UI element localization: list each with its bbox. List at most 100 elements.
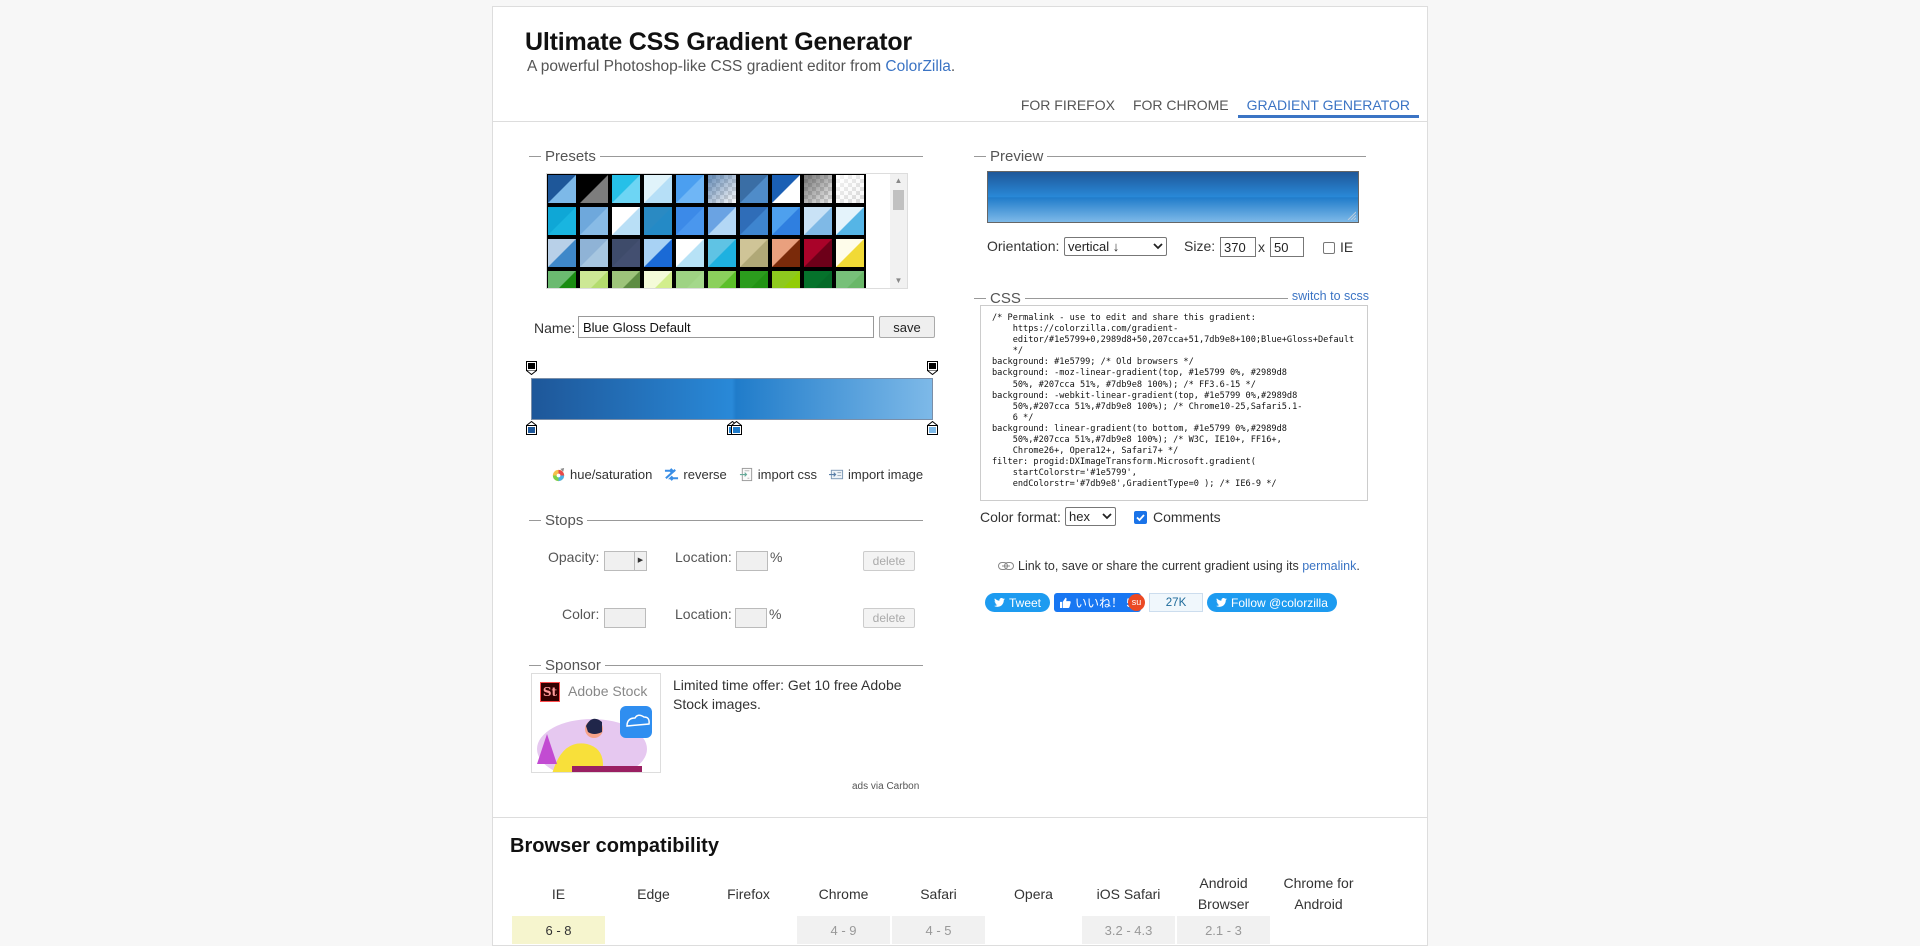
follow-label: Follow @colorzilla <box>1231 595 1328 610</box>
gradient-name-input[interactable] <box>578 316 874 338</box>
color-stop-51[interactable] <box>731 421 742 435</box>
stumbleupon-icon[interactable]: su <box>1128 594 1146 611</box>
preset-swatch[interactable] <box>706 237 738 269</box>
preset-swatch[interactable] <box>610 269 642 288</box>
preset-swatch[interactable] <box>738 269 770 288</box>
preset-swatch[interactable] <box>706 174 738 205</box>
preset-swatch[interactable] <box>802 205 834 237</box>
comments-checkbox[interactable] <box>1134 511 1147 524</box>
nav-tab-firefox[interactable]: FOR FIREFOX <box>1012 97 1124 118</box>
preset-swatch[interactable] <box>770 269 802 288</box>
opacity-stepper[interactable]: ▶ <box>604 551 647 571</box>
resize-handle-icon[interactable] <box>1347 211 1356 220</box>
preset-swatch[interactable] <box>674 205 706 237</box>
preset-swatch[interactable] <box>610 237 642 269</box>
presets-scrollbar[interactable]: ▲ ▼ <box>890 174 907 288</box>
gradient-editor-bar[interactable] <box>531 378 933 420</box>
permalink-link[interactable]: permalink <box>1302 559 1356 573</box>
hue-saturation-button[interactable]: hue/saturation <box>551 467 652 482</box>
opacity-stop-right[interactable] <box>927 361 938 375</box>
top-nav: FOR FIREFOX FOR CHROME GRADIENT GENERATO… <box>1012 97 1419 118</box>
preset-swatch[interactable] <box>738 205 770 237</box>
switch-to-scss-link[interactable]: switch to scss <box>1287 289 1373 303</box>
opacity-stepper-arrow-icon[interactable]: ▶ <box>634 552 646 570</box>
ie-checkbox[interactable] <box>1323 242 1335 254</box>
scroll-up-icon[interactable]: ▲ <box>890 174 907 188</box>
sponsor-text[interactable]: Limited time offer: Get 10 free Adobe St… <box>673 676 923 714</box>
opacity-location-input[interactable] <box>736 551 768 571</box>
color-stop-100[interactable] <box>927 421 938 435</box>
preset-swatch[interactable] <box>834 269 866 288</box>
preset-swatch[interactable] <box>547 237 578 269</box>
preview-height-input[interactable] <box>1270 237 1304 257</box>
preset-swatch[interactable] <box>770 205 802 237</box>
opacity-stop-left[interactable] <box>526 361 537 375</box>
follow-button[interactable]: Follow @colorzilla <box>1207 593 1337 612</box>
color-location-input[interactable] <box>735 608 767 628</box>
preset-swatch[interactable] <box>642 174 674 205</box>
preset-swatch[interactable] <box>610 205 642 237</box>
nav-tab-gradient-generator[interactable]: GRADIENT GENERATOR <box>1237 97 1419 118</box>
color-format-value: hex <box>1069 509 1090 524</box>
color-stop-0[interactable] <box>526 421 537 435</box>
preset-swatch[interactable] <box>802 237 834 269</box>
preset-swatch[interactable] <box>834 174 866 205</box>
save-button[interactable]: save <box>879 316 935 338</box>
link-icon <box>998 562 1014 570</box>
sponsor-image[interactable]: St Adobe Stock <box>531 673 661 773</box>
import-image-button[interactable]: import image <box>829 467 923 482</box>
preset-swatch[interactable] <box>642 205 674 237</box>
colorzilla-link[interactable]: ColorZilla <box>885 58 950 75</box>
css-output-textarea[interactable]: /* Permalink - use to edit and share thi… <box>980 305 1368 501</box>
preset-swatch[interactable] <box>834 205 866 237</box>
preset-swatch[interactable] <box>547 269 578 288</box>
delete-color-stop-button[interactable]: delete <box>863 608 915 628</box>
preset-swatch[interactable] <box>578 205 610 237</box>
tweet-button[interactable]: Tweet <box>985 593 1051 612</box>
reverse-button[interactable]: reverse <box>664 467 727 482</box>
cell-android-browser: 2.1 - 3 <box>1177 916 1270 944</box>
color-format-select[interactable]: hex <box>1065 507 1116 526</box>
preset-swatch[interactable] <box>578 269 610 288</box>
preset-swatch[interactable] <box>674 269 706 288</box>
comments-label: Comments <box>1153 509 1221 525</box>
ads-via-carbon-link[interactable]: ads via Carbon <box>852 781 919 792</box>
stops-title-text: Stops <box>545 511 584 529</box>
facebook-like-button[interactable]: いいね！ 5 su <box>1054 593 1146 612</box>
preset-swatch[interactable] <box>578 237 610 269</box>
preset-swatch[interactable] <box>674 174 706 205</box>
scroll-thumb[interactable] <box>893 190 904 210</box>
preset-swatch[interactable] <box>642 269 674 288</box>
presets-section-title: Presets <box>529 148 923 165</box>
preset-swatch[interactable] <box>674 237 706 269</box>
preset-swatch[interactable] <box>706 205 738 237</box>
preset-swatch[interactable] <box>610 174 642 205</box>
preset-swatch[interactable] <box>802 269 834 288</box>
sponsor-section-title: Sponsor <box>529 657 923 674</box>
browser-compat-title: Browser compatibility <box>510 835 719 857</box>
color-swatch-input[interactable] <box>604 608 646 628</box>
preset-swatch[interactable] <box>738 174 770 205</box>
name-label: Name: <box>534 320 576 336</box>
delete-opacity-stop-button[interactable]: delete <box>863 551 915 571</box>
preset-swatch[interactable] <box>642 237 674 269</box>
page-subtitle: A powerful Photoshop-like CSS gradient e… <box>527 58 955 76</box>
preset-swatch[interactable] <box>770 237 802 269</box>
import-css-button[interactable]: import css <box>739 467 817 482</box>
preset-swatch[interactable] <box>802 174 834 205</box>
preset-swatch[interactable] <box>834 237 866 269</box>
preset-swatch[interactable] <box>578 174 610 205</box>
preset-swatch[interactable] <box>738 237 770 269</box>
preset-swatch[interactable] <box>706 269 738 288</box>
scroll-down-icon[interactable]: ▼ <box>890 274 907 288</box>
orientation-select[interactable]: vertical ↓ <box>1064 237 1167 256</box>
preset-swatch[interactable] <box>547 205 578 237</box>
preset-swatch[interactable] <box>547 174 578 205</box>
preset-swatch[interactable] <box>770 174 802 205</box>
nav-tab-chrome[interactable]: FOR CHROME <box>1124 97 1238 118</box>
gradient-preview[interactable] <box>987 171 1359 223</box>
preview-width-input[interactable] <box>1220 237 1256 257</box>
header-opera: Opera <box>1014 885 1053 902</box>
css-code: /* Permalink - use to edit and share thi… <box>992 313 1355 490</box>
cell-ie: 6 - 8 <box>512 916 605 944</box>
